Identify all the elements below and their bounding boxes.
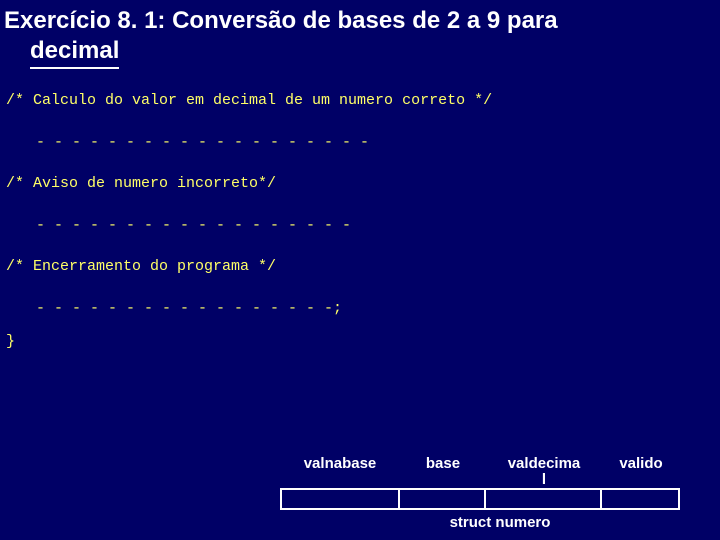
code-comment-3: /* Encerramento do programa */ — [0, 257, 720, 277]
struct-name: struct numero — [280, 514, 720, 531]
slide-title: Exercício 8. 1: Conversão de bases de 2 … — [0, 0, 720, 69]
code-dashes-3: - - - - - - - - - - - - - - - - -; — [0, 299, 720, 319]
field-valdecimal: valdecima l — [486, 456, 602, 488]
struct-box-row — [280, 488, 720, 510]
title-line-1: Exercício 8. 1: Conversão de bases de 2 … — [4, 7, 558, 34]
box-3 — [486, 488, 602, 510]
struct-diagram: valnabase base valdecima l valido struct… — [280, 456, 720, 531]
slide: Exercício 8. 1: Conversão de bases de 2 … — [0, 0, 720, 540]
code-dashes-1: - - - - - - - - - - - - - - - - - - - — [0, 133, 720, 153]
field-valido: valido — [602, 456, 680, 488]
struct-field-labels: valnabase base valdecima l valido — [280, 456, 720, 488]
field-valnabase: valnabase — [280, 456, 400, 488]
field-base: base — [400, 456, 486, 488]
box-4 — [602, 488, 680, 510]
code-comment-1: /* Calculo do valor em decimal de um num… — [6, 92, 492, 109]
code-dashes-2: - - - - - - - - - - - - - - - - - - — [0, 216, 720, 236]
code-block: /* Calculo do valor em decimal de um num… — [0, 91, 720, 111]
title-line-2: decimal — [30, 36, 119, 69]
box-2 — [400, 488, 486, 510]
box-1 — [280, 488, 400, 510]
code-brace: } — [0, 332, 720, 352]
code-comment-2: /* Aviso de numero incorreto*/ — [0, 174, 720, 194]
